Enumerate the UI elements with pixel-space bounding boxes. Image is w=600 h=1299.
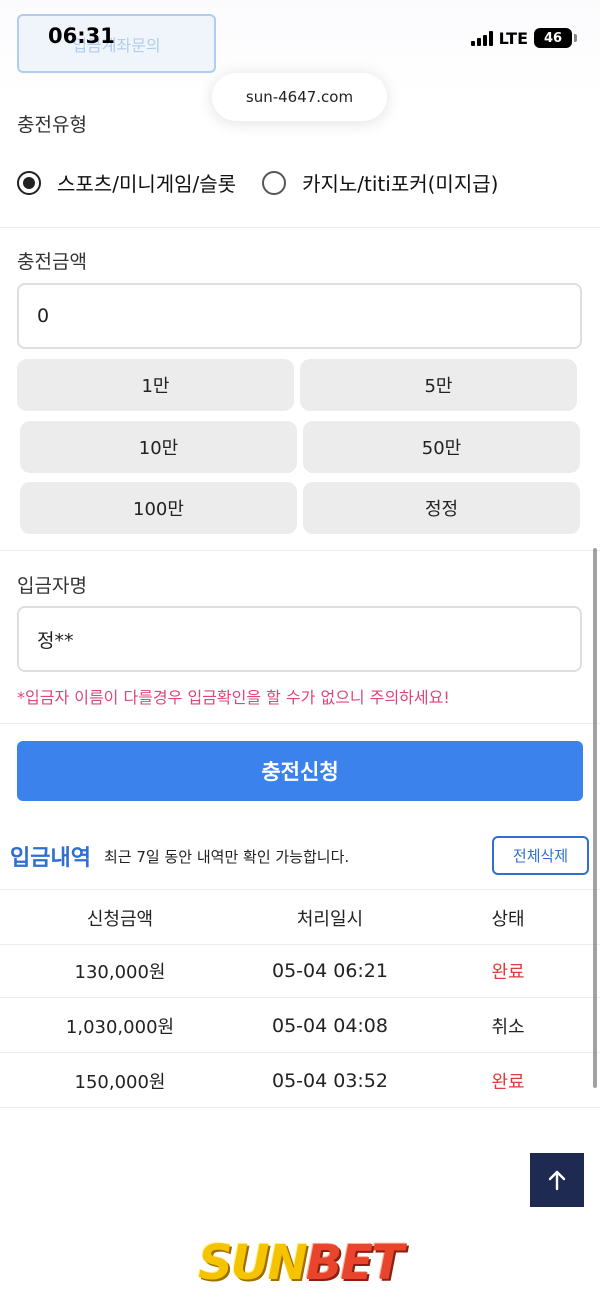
table-row: 130,000원 05-04 06:21 완료: [0, 943, 600, 998]
url-bar[interactable]: sun-4647.com: [212, 73, 387, 121]
table-header: 신청금액 처리일시 상태: [0, 890, 600, 945]
column-header-status: 상태: [491, 908, 525, 930]
scrollbar[interactable]: [593, 548, 597, 1088]
charge-type-options: 스포츠/미니게임/슬롯 카지노/titi포커(미지급): [17, 168, 498, 197]
network-type: LTE: [498, 28, 528, 48]
radio-casino[interactable]: [262, 170, 287, 195]
arrow-up-icon: [548, 1170, 566, 1191]
scroll-top-button[interactable]: [530, 1153, 584, 1207]
column-header-amount: 신청금액: [86, 908, 154, 930]
table-row: 1,030,000원 05-04 04:08 취소: [0, 998, 600, 1053]
row-amount: 1,030,000원: [65, 1016, 175, 1038]
row-amount: 130,000원: [74, 961, 166, 983]
charge-type-label: 충전유형: [17, 114, 87, 136]
amount-reset-button[interactable]: 정정: [303, 482, 580, 534]
divider: [0, 227, 600, 228]
status-badge: 완료: [491, 961, 525, 983]
charge-submit-button[interactable]: 충전신청: [17, 741, 583, 801]
row-amount: 150,000원: [74, 1071, 166, 1093]
amount-button-10k[interactable]: 1만: [17, 359, 294, 411]
battery-icon: 46: [534, 28, 577, 48]
divider: [0, 550, 600, 551]
amount-button-1m[interactable]: 100만: [20, 482, 297, 534]
row-datetime: 05-04 03:52: [271, 1069, 388, 1092]
history-note: 최근 7일 동안 내역만 확인 가능합니다.: [104, 848, 350, 866]
account-inquiry-button[interactable]: 입금계좌문의: [17, 14, 216, 73]
amount-button-500k[interactable]: 50만: [303, 421, 580, 473]
status-time: 06:31: [48, 24, 115, 48]
depositor-input[interactable]: 정**: [17, 606, 582, 672]
sunbet-logo: SUN BET: [198, 1235, 404, 1291]
table-row: 150,000원 05-04 03:52 완료: [0, 1053, 600, 1108]
radio-sports[interactable]: [17, 170, 41, 195]
depositor-warning: *입금자 이름이 다를경우 입금확인을 할 수가 없으니 주의하세요!: [17, 688, 450, 707]
amount-button-50k[interactable]: 5만: [300, 359, 577, 411]
amount-button-100k[interactable]: 10만: [20, 421, 297, 473]
charge-amount-input[interactable]: 0: [17, 283, 582, 349]
column-header-datetime: 처리일시: [296, 908, 364, 930]
signal-icon: [470, 30, 493, 46]
radio-sports-label[interactable]: 스포츠/미니게임/슬롯: [57, 168, 236, 197]
charge-amount-label: 충전금액: [17, 251, 87, 273]
radio-casino-label[interactable]: 카지노/titi포커(미지급): [302, 168, 498, 197]
status-indicators: LTE 46: [470, 28, 577, 48]
row-datetime: 05-04 06:21: [271, 959, 388, 982]
divider: [0, 723, 600, 724]
status-badge: 완료: [491, 1071, 525, 1093]
delete-all-button[interactable]: 전체삭제: [492, 836, 589, 875]
row-datetime: 05-04 04:08: [271, 1014, 388, 1037]
history-title: 입금내역: [10, 846, 91, 871]
depositor-label: 입금자명: [17, 575, 87, 597]
status-badge: 취소: [491, 1016, 525, 1038]
